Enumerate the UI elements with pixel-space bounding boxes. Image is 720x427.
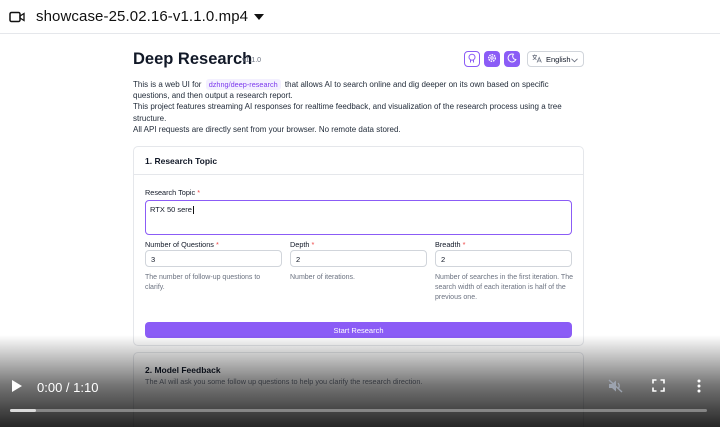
file-name[interactable]: showcase-25.02.16-v1.1.0.mp4 xyxy=(36,8,248,25)
depth-label: Depth * xyxy=(290,240,314,249)
video-camera-icon xyxy=(9,10,27,24)
github-button[interactable] xyxy=(464,51,480,67)
mute-button[interactable] xyxy=(606,378,626,398)
play-button[interactable] xyxy=(8,378,26,398)
chevron-down-icon[interactable] xyxy=(254,11,266,23)
breadth-label: Breadth * xyxy=(435,240,465,249)
required-marker: * xyxy=(197,188,201,197)
settings-button[interactable] xyxy=(484,51,500,67)
topic-textarea[interactable]: RTX 50 sere xyxy=(145,200,572,235)
topic-label: Research Topic * xyxy=(145,188,200,197)
gear-icon xyxy=(487,50,497,68)
questions-label: Number of Questions * xyxy=(145,240,219,249)
questions-label-text: Number of Questions xyxy=(145,240,214,249)
play-icon xyxy=(11,379,23,398)
breadth-label-text: Breadth xyxy=(435,240,461,249)
intro-line-3: All API requests are directly sent from … xyxy=(133,124,401,134)
moon-icon xyxy=(507,50,517,68)
file-title-bar: showcase-25.02.16-v1.1.0.mp4 xyxy=(0,0,720,34)
topic-label-text: Research Topic xyxy=(145,188,196,197)
dark-mode-button[interactable] xyxy=(504,51,520,67)
breadth-value: 2 xyxy=(441,255,446,264)
language-value: English xyxy=(546,54,571,64)
more-icon xyxy=(697,379,701,398)
intro-line-2: This project features streaming AI respo… xyxy=(133,102,562,123)
mute-icon xyxy=(608,378,624,398)
progress-bar[interactable] xyxy=(10,409,707,412)
start-research-button[interactable]: Start Research xyxy=(145,322,572,338)
depth-help: Number of iterations. xyxy=(290,274,355,281)
required-marker: * xyxy=(462,240,466,249)
page-header: Deep Research v1.1.0 English xyxy=(133,34,584,86)
player-controls: 0:00 / 1:10 xyxy=(0,374,720,402)
research-topic-card: 1. Research Topic Research Topic * RTX 5… xyxy=(133,146,584,346)
topic-value: RTX 50 sere xyxy=(150,205,192,214)
github-icon xyxy=(467,50,477,68)
version-label: v1.1.0 xyxy=(242,57,262,64)
depth-label-text: Depth xyxy=(290,240,310,249)
depth-input[interactable]: 2 xyxy=(290,250,427,267)
research-topic-section-title: 1. Research Topic xyxy=(134,147,583,175)
depth-value: 2 xyxy=(296,255,301,264)
breadth-input[interactable]: 2 xyxy=(435,250,572,267)
fullscreen-icon xyxy=(651,379,665,397)
questions-value: 3 xyxy=(151,255,156,264)
required-marker: * xyxy=(215,240,219,249)
language-select[interactable]: English xyxy=(527,51,584,67)
questions-input[interactable]: 3 xyxy=(145,250,282,267)
text-cursor xyxy=(192,206,194,215)
page-title: Deep Research xyxy=(133,50,253,68)
deep-research-page: Deep Research v1.1.0 English This is a w… xyxy=(133,34,584,427)
breadth-help: Number of searches in the first iteratio… xyxy=(435,274,573,301)
translate-icon xyxy=(532,54,542,65)
more-options-button[interactable] xyxy=(692,379,706,397)
questions-help: The number of follow-up questions to cla… xyxy=(145,274,261,291)
chevron-down-icon xyxy=(571,56,578,65)
required-marker: * xyxy=(311,240,315,249)
fullscreen-button[interactable] xyxy=(648,379,668,397)
playback-time: 0:00 / 1:10 xyxy=(37,380,99,395)
intro-text: This is a web UI for dzhng/deep-research… xyxy=(133,79,584,135)
progress-buffer xyxy=(10,409,37,412)
